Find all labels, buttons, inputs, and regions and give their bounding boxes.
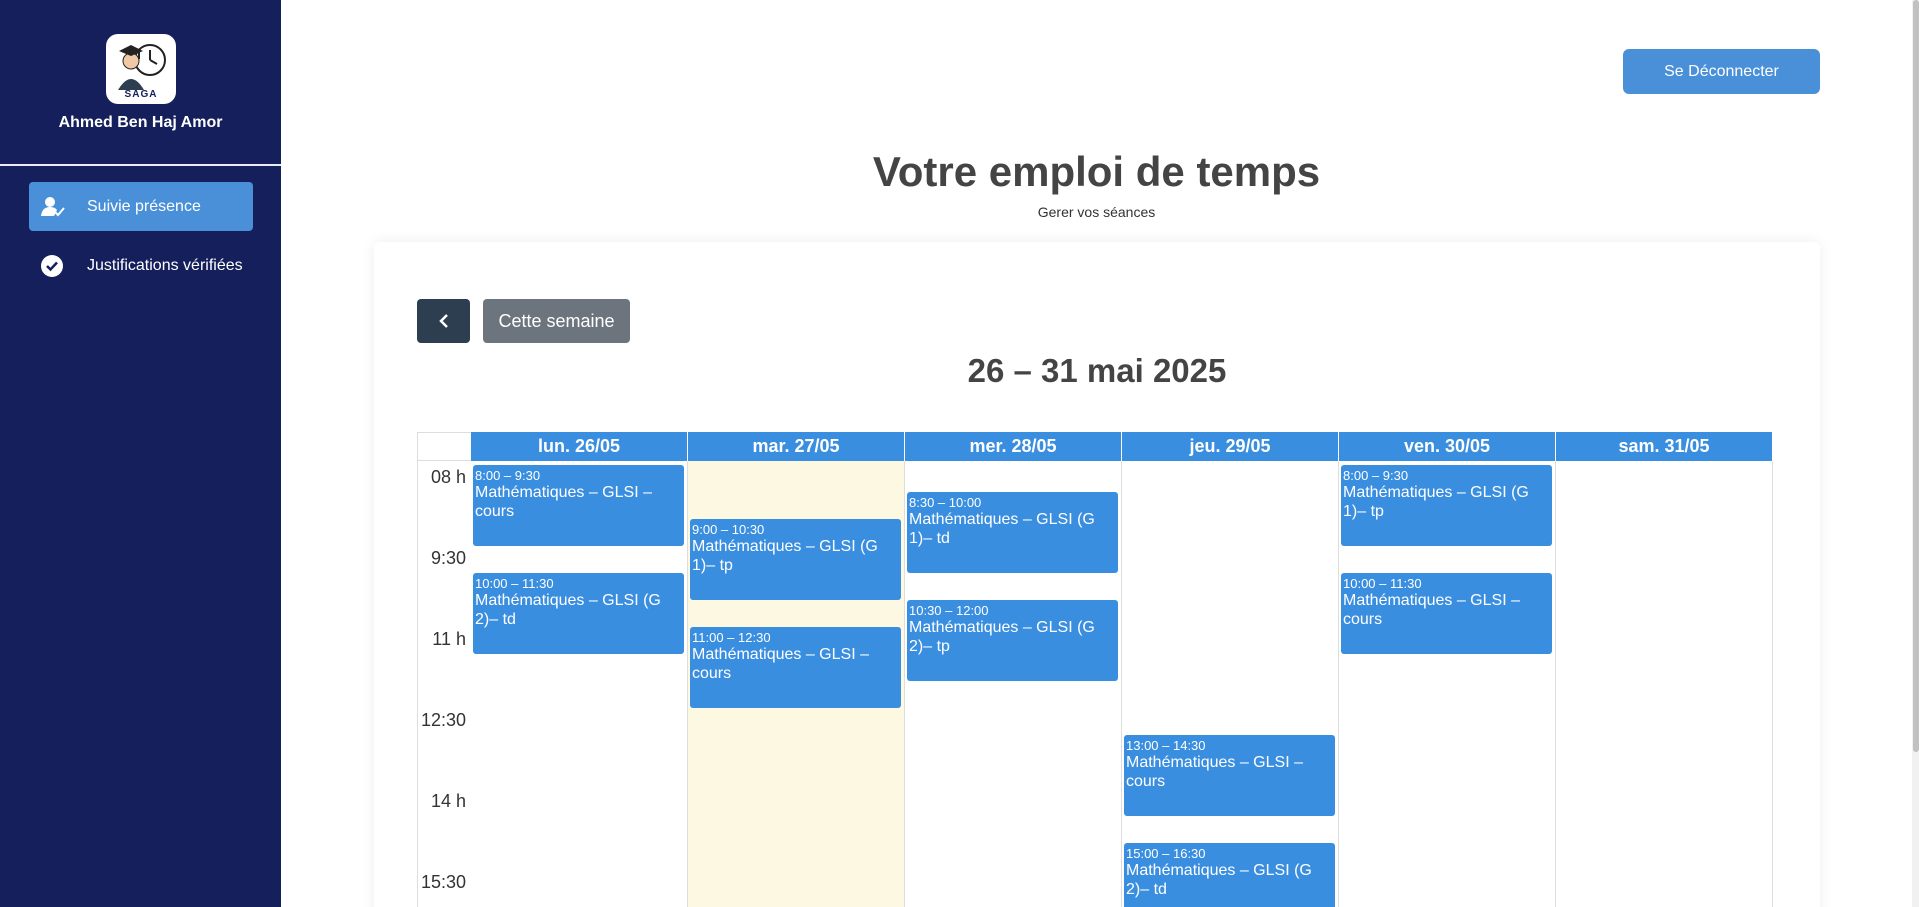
event-title: Mathématiques – GLSI – cours [1343, 592, 1520, 628]
sidebar-item-label: Justifications vérifiées [87, 256, 243, 274]
page-title: Votre emploi de temps [872, 148, 1321, 195]
day-header: lun. 26/05 [471, 432, 688, 461]
calendar-event[interactable]: 10:30 – 12:00 Mathématiques – GLSI (G 2)–… [907, 600, 1118, 681]
check-circle-icon [40, 254, 64, 278]
sidebar-item-label: Suivie présence [87, 197, 201, 215]
event-title: Mathématiques – GLSI – cours [475, 484, 652, 520]
calendar-event[interactable]: 15:00 – 16:30 Mathématiques – GLSI (G 2)–… [1124, 843, 1335, 907]
day-header: ven. 30/05 [1339, 432, 1556, 461]
previous-week-button[interactable] [417, 299, 470, 343]
event-title: Mathématiques – GLSI (G 1)– tp [692, 538, 878, 574]
calendar-event[interactable]: 11:00 – 12:30 Mathématiques – GLSI – cour… [690, 627, 901, 708]
day-column[interactable] [1122, 461, 1339, 907]
event-time: 9:00 – 10:30 [692, 522, 765, 537]
event-time: 10:30 – 12:00 [909, 603, 989, 618]
calendar-event[interactable]: 10:00 – 11:30 Mathématiques – GLSI (G 2)–… [473, 573, 684, 654]
time-label: 11 h [432, 629, 466, 649]
event-time: 13:00 – 14:30 [1126, 738, 1206, 753]
page-subtitle: Gerer vos séances [1037, 204, 1156, 220]
chevron-left-icon [438, 314, 448, 328]
scrollbar-thumb[interactable] [1913, 0, 1919, 752]
day-header: sam. 31/05 [1556, 432, 1773, 461]
event-time: 10:00 – 11:30 [475, 576, 554, 591]
event-time: 8:00 – 9:30 [1343, 468, 1409, 483]
saga-logo: SAGA [106, 34, 176, 104]
event-time: 8:00 – 9:30 [475, 468, 541, 483]
event-time: 15:00 – 16:30 [1126, 846, 1206, 861]
calendar-event[interactable]: 10:00 – 11:30 Mathématiques – GLSI – cour… [1341, 573, 1552, 654]
day-column[interactable] [1556, 461, 1773, 907]
calendar-corner [418, 432, 471, 461]
event-title: Mathématiques – GLSI (G 2)– td [1126, 862, 1312, 898]
calendar-event[interactable]: 13:00 – 14:30 Mathématiques – GLSI – cour… [1124, 735, 1335, 816]
time-label: 9:30 [430, 548, 466, 568]
calendar-event[interactable]: 8:00 – 9:30 Mathématiques – GLSI (G 1)– t… [1341, 465, 1552, 546]
user-check-icon [41, 195, 65, 219]
week-calendar: lun. 26/05 mar. 27/05 mer. 28/05 jeu. 29/05… [417, 432, 1774, 907]
sidebar-item-justifications[interactable]: Justifications vérifiées [29, 241, 253, 290]
sidebar: SAGA Ahmed Ben Haj Amor Suivie présence … [0, 0, 281, 907]
calendar-event[interactable]: 8:00 – 9:30 Mathématiques – GLSI – cours [473, 465, 684, 546]
event-title: Mathématiques – GLSI (G 1)– tp [1343, 484, 1529, 520]
sidebar-item-suivie-presence[interactable]: Suivie présence [29, 182, 253, 231]
time-label: 12:30 [420, 710, 466, 730]
event-time: 8:30 – 10:00 [909, 495, 982, 510]
calendar-event[interactable]: 8:30 – 10:00 Mathématiques – GLSI (G 1)– … [907, 492, 1118, 573]
event-title: Mathématiques – GLSI (G 1)– td [909, 511, 1095, 547]
time-label: 08 h [430, 467, 466, 487]
event-title: Mathématiques – GLSI – cours [692, 646, 869, 682]
event-title: Mathématiques – GLSI (G 2)– td [475, 592, 661, 628]
user-name: Ahmed Ben Haj Amor [58, 114, 223, 131]
logo-text: SAGA [124, 89, 158, 100]
event-title: Mathématiques – GLSI – cours [1126, 754, 1303, 790]
time-label: 15:30 [420, 872, 466, 892]
day-header: mar. 27/05 [688, 432, 905, 461]
date-range-title: 26 – 31 mai 2025 [967, 352, 1227, 389]
sidebar-divider [0, 164, 281, 166]
event-title: Mathématiques – GLSI (G 2)– tp [909, 619, 1095, 655]
event-time: 10:00 – 11:30 [1343, 576, 1422, 591]
calendar-event[interactable]: 9:00 – 10:30 Mathématiques – GLSI (G 1)– … [690, 519, 901, 600]
this-week-button[interactable]: Cette semaine [483, 299, 630, 343]
event-time: 11:00 – 12:30 [692, 630, 771, 645]
day-header: jeu. 29/05 [1122, 432, 1339, 461]
time-label: 14 h [430, 791, 466, 811]
day-header: mer. 28/05 [905, 432, 1122, 461]
logout-button[interactable]: Se Déconnecter [1623, 49, 1820, 94]
